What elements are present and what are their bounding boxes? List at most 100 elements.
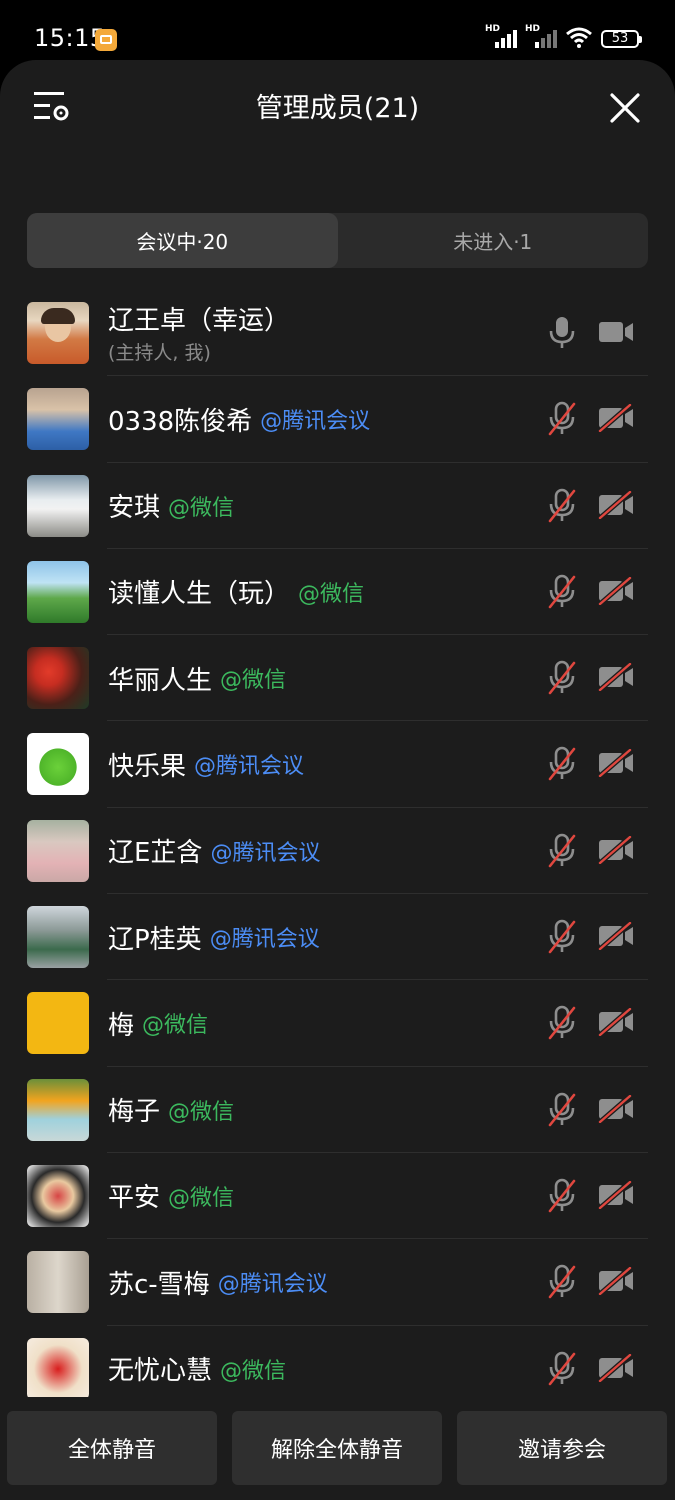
- notification-icon: [95, 29, 117, 51]
- member-source-tag: @微信: [220, 1358, 287, 1384]
- wifi-icon: [566, 27, 592, 48]
- avatar: [27, 1078, 89, 1141]
- tab-not-joined[interactable]: 未进入·1: [338, 213, 649, 268]
- member-name: 快乐果: [108, 751, 187, 782]
- member-info: 梅 @微信: [108, 980, 208, 1066]
- invite-button[interactable]: 邀请参会: [457, 1411, 667, 1485]
- microphone-muted-icon[interactable]: [546, 1092, 578, 1128]
- camera-off-icon[interactable]: [598, 663, 634, 692]
- microphone-muted-icon[interactable]: [546, 833, 578, 869]
- avatar: [27, 302, 89, 364]
- member-name: 读懂人生（玩）: [108, 579, 291, 610]
- avatar: [27, 647, 89, 710]
- page-title: 管理成员(21): [255, 93, 420, 124]
- member-name: 辽王卓（幸运）: [108, 306, 291, 336]
- camera-off-icon[interactable]: [598, 1267, 634, 1296]
- mute-all-button[interactable]: 全体静音: [7, 1411, 217, 1485]
- list-item[interactable]: 辽王卓（幸运） (主持人, 我): [0, 290, 675, 377]
- list-item[interactable]: 读懂人生（玩） @微信: [0, 549, 675, 636]
- microphone-muted-icon[interactable]: [546, 1264, 578, 1300]
- member-source-tag: @腾讯会议: [194, 754, 305, 780]
- list-item[interactable]: 快乐果 @腾讯会议: [0, 721, 675, 808]
- member-name: 辽P桂英: [108, 924, 202, 955]
- status-bar: 15:15 HD HD 53: [0, 0, 675, 60]
- camera-off-icon[interactable]: [598, 404, 634, 433]
- member-source-tag: @微信: [142, 1013, 209, 1039]
- microphone-muted-icon[interactable]: [546, 488, 578, 524]
- list-item[interactable]: 辽P桂英 @腾讯会议: [0, 894, 675, 981]
- member-info: 辽P桂英 @腾讯会议: [108, 894, 320, 980]
- camera-off-icon[interactable]: [598, 576, 634, 605]
- host-label: (主持人, 我): [108, 342, 211, 364]
- list-item[interactable]: 辽E芷含 @腾讯会议: [0, 808, 675, 895]
- member-name: 梅子: [108, 1097, 161, 1128]
- member-name: 辽E芷含: [108, 838, 203, 869]
- member-info: 苏c-雪梅 @腾讯会议: [108, 1239, 328, 1325]
- list-item[interactable]: 梅子 @微信: [0, 1067, 675, 1153]
- list-item[interactable]: 苏c-雪梅 @腾讯会议: [0, 1239, 675, 1326]
- avatar: [27, 733, 89, 796]
- microphone-muted-icon[interactable]: [546, 1178, 578, 1214]
- camera-off-icon[interactable]: [598, 490, 634, 519]
- member-name: 安琪: [108, 493, 161, 524]
- member-info: 安琪 @微信: [108, 463, 234, 549]
- member-source-tag: @微信: [298, 581, 365, 607]
- member-source-tag: @微信: [168, 495, 235, 521]
- avatar: [27, 1337, 89, 1400]
- microphone-muted-icon[interactable]: [546, 401, 578, 437]
- microphone-icon[interactable]: [546, 315, 578, 351]
- member-name: 梅: [108, 1010, 135, 1041]
- microphone-muted-icon[interactable]: [546, 746, 578, 782]
- microphone-muted-icon[interactable]: [546, 919, 578, 955]
- member-source-tag: @腾讯会议: [217, 1272, 328, 1298]
- avatar: [27, 474, 89, 537]
- avatar: [27, 1164, 89, 1227]
- member-source-tag: @腾讯会议: [209, 927, 320, 953]
- camera-off-icon[interactable]: [598, 835, 634, 864]
- camera-off-icon[interactable]: [598, 1094, 634, 1123]
- status-icons: HD HD 53: [485, 24, 642, 48]
- list-item[interactable]: 0338陈俊希 @腾讯会议: [0, 376, 675, 463]
- member-source-tag: @微信: [168, 1185, 235, 1211]
- camera-off-icon[interactable]: [598, 1353, 634, 1382]
- member-name: 0338陈俊希: [108, 406, 253, 437]
- list-item[interactable]: 平安 @微信: [0, 1153, 675, 1240]
- member-list: 辽王卓（幸运） (主持人, 我) 0338陈俊希 @腾讯会议 安琪 @微信 读懂…: [0, 290, 675, 1412]
- member-info: 辽E芷含 @腾讯会议: [108, 808, 320, 894]
- microphone-muted-icon[interactable]: [546, 574, 578, 610]
- avatar: [27, 1251, 89, 1314]
- member-info: 0338陈俊希 @腾讯会议: [108, 376, 370, 462]
- unmute-all-button[interactable]: 解除全体静音: [232, 1411, 442, 1485]
- camera-off-icon[interactable]: [598, 922, 634, 951]
- member-name: 苏c-雪梅: [108, 1269, 210, 1300]
- tab-in-meeting[interactable]: 会议中·20: [27, 213, 338, 268]
- list-item[interactable]: 华丽人生 @微信: [0, 635, 675, 722]
- camera-icon[interactable]: [598, 318, 634, 346]
- member-info: 读懂人生（玩） @微信: [108, 549, 364, 635]
- member-tabs: 会议中·20 未进入·1: [27, 213, 648, 268]
- battery-icon: 53: [601, 30, 642, 48]
- list-item[interactable]: 安琪 @微信: [0, 463, 675, 549]
- signal-icon: HD: [485, 24, 517, 48]
- microphone-muted-icon[interactable]: [546, 1351, 578, 1387]
- microphone-muted-icon[interactable]: [546, 1005, 578, 1041]
- signal-icon: HD: [525, 24, 557, 48]
- list-item[interactable]: 梅 @微信: [0, 980, 675, 1067]
- camera-off-icon[interactable]: [598, 1008, 634, 1037]
- member-info: 平安 @微信: [108, 1153, 234, 1239]
- avatar: [27, 560, 89, 623]
- camera-off-icon[interactable]: [598, 749, 634, 778]
- manage-members-sheet: 管理成员(21) 会议中·20 未进入·1 辽王卓（幸运） (主持人, 我) 0…: [0, 60, 675, 1500]
- close-icon[interactable]: [609, 92, 641, 124]
- member-source-tag: @腾讯会议: [260, 409, 371, 435]
- member-info: 梅子 @微信: [108, 1067, 234, 1153]
- member-source-tag: @微信: [220, 668, 287, 694]
- member-name: 华丽人生: [108, 665, 213, 696]
- bottom-toolbar: 全体静音 解除全体静音 邀请参会: [0, 1397, 675, 1500]
- microphone-muted-icon[interactable]: [546, 660, 578, 696]
- member-info: 华丽人生 @微信: [108, 635, 286, 721]
- avatar: [27, 388, 89, 451]
- avatar: [27, 819, 89, 882]
- camera-off-icon[interactable]: [598, 1180, 634, 1209]
- member-source-tag: @腾讯会议: [210, 840, 321, 866]
